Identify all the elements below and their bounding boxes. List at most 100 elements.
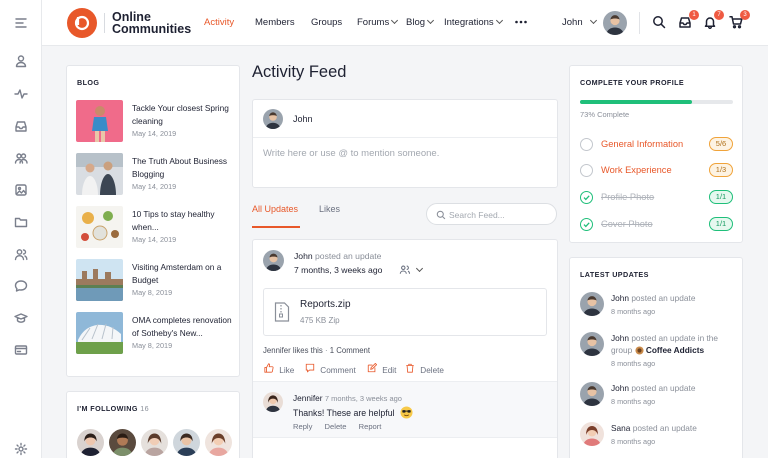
comment-button[interactable]: Comment xyxy=(305,363,356,375)
nav-members[interactable]: Members xyxy=(255,17,295,28)
search-feed-input[interactable]: Search Feed... xyxy=(426,203,557,225)
inbox-icon[interactable] xyxy=(13,118,29,134)
comment-delete-link[interactable]: Delete xyxy=(325,422,347,431)
post-header: John posted an update xyxy=(294,251,382,261)
forums-icon[interactable] xyxy=(13,278,29,294)
tab-all-updates[interactable]: All Updates xyxy=(252,204,298,214)
comment-avatar[interactable] xyxy=(263,392,283,412)
step-progress-pill: 1/1 xyxy=(709,217,733,231)
avatar xyxy=(580,382,604,406)
check-circle-icon xyxy=(580,218,593,231)
inbox-button[interactable]: 1 xyxy=(678,10,699,31)
members-icon xyxy=(399,265,411,274)
attachment-box[interactable]: Reports.zip 475 KB Zip xyxy=(263,288,547,336)
nav-activity[interactable]: Activity xyxy=(204,17,234,28)
report-link[interactable]: Report xyxy=(359,422,382,431)
groups-icon[interactable] xyxy=(13,150,29,166)
profile-card-title: COMPLETE YOUR PROFILE xyxy=(580,78,685,87)
comment-actions: Reply Delete Report xyxy=(293,422,381,431)
more-dots-icon[interactable] xyxy=(514,15,528,31)
nav-blog[interactable]: Blog xyxy=(406,16,435,28)
avatar[interactable] xyxy=(141,429,168,456)
post-timestamp[interactable]: 7 months, 3 weeks ago xyxy=(294,265,382,275)
inbox-badge: 1 xyxy=(689,10,699,20)
blog-item[interactable]: The Truth About Business Blogging May 14… xyxy=(76,153,236,197)
folder-icon[interactable] xyxy=(13,214,29,230)
search-icon xyxy=(436,210,446,220)
profile-step-work[interactable]: Work Experience 1/3 xyxy=(580,163,735,180)
photos-icon[interactable] xyxy=(13,182,29,198)
avatar[interactable] xyxy=(109,429,136,456)
search-icon[interactable] xyxy=(652,15,668,31)
comment-author-link[interactable]: Jennifer xyxy=(293,393,323,403)
blog-item[interactable]: OMA completes renovation of Sotheby's Ne… xyxy=(76,312,236,356)
nav-groups[interactable]: Groups xyxy=(311,17,342,28)
nav-forums[interactable]: Forums xyxy=(357,16,399,28)
step-progress-pill: 1/1 xyxy=(709,190,733,204)
blog-item[interactable]: Visiting Amsterdam on a Budget May 8, 20… xyxy=(76,259,236,303)
post-stats: Jennifer likes this · 1 Comment xyxy=(263,346,371,355)
header-avatar[interactable] xyxy=(603,11,627,35)
nav-integrations[interactable]: Integrations xyxy=(444,16,503,28)
chevron-down-icon xyxy=(495,16,503,25)
likes-summary[interactable]: Jennifer likes this xyxy=(263,346,323,355)
cart-button[interactable]: 3 xyxy=(729,10,750,31)
profile-progress-bar xyxy=(580,100,692,104)
delete-button[interactable]: Delete xyxy=(405,363,444,375)
composer-input[interactable]: Write here or use @ to mention someone. xyxy=(263,148,439,159)
notifications-button[interactable]: 7 xyxy=(703,10,724,31)
edit-button[interactable]: Edit xyxy=(367,362,396,375)
profile-icon[interactable] xyxy=(13,53,29,69)
profile-progress-label: 73% Complete xyxy=(580,110,630,119)
blog-card-title: BLOG xyxy=(77,78,100,87)
profile-step-cover[interactable]: Cover Photo 1/1 xyxy=(580,217,735,234)
composer-user-name: John xyxy=(293,114,313,124)
following-count: 16 xyxy=(140,404,150,413)
avatar[interactable] xyxy=(205,429,232,456)
profile-step-general[interactable]: General Information 5/6 xyxy=(580,137,735,154)
post-author-link[interactable]: John xyxy=(294,251,313,261)
thumbs-up-icon xyxy=(264,363,274,373)
blog-item[interactable]: Tackle Your closest Spring cleaning May … xyxy=(76,100,236,144)
comment-item: Jennifer 7 months, 3 weeks ago Thanks! T… xyxy=(253,381,557,438)
avatar[interactable] xyxy=(77,429,104,456)
coffee-group-icon xyxy=(634,345,644,355)
blog-thumbnail xyxy=(76,206,123,248)
brand-logo-icon[interactable] xyxy=(67,8,97,38)
tab-likes[interactable]: Likes xyxy=(319,204,340,214)
left-icon-rail xyxy=(0,0,42,458)
comments-count[interactable]: 1 Comment xyxy=(330,346,370,355)
blog-item[interactable]: 10 Tips to stay healthy when... May 14, … xyxy=(76,206,236,250)
comment-timestamp[interactable]: 7 months, 3 weeks ago xyxy=(325,394,402,403)
comment-header: Jennifer 7 months, 3 weeks ago xyxy=(293,393,402,403)
post-composer: John Write here or use @ to mention some… xyxy=(252,99,558,188)
header-user-menu[interactable]: John xyxy=(562,16,597,28)
logo-divider xyxy=(104,13,105,33)
zip-file-icon xyxy=(274,302,290,322)
step-empty-circle-icon xyxy=(580,138,593,151)
members-icon[interactable] xyxy=(13,246,29,262)
menu-icon[interactable] xyxy=(13,15,29,31)
cart-badge: 3 xyxy=(740,10,750,20)
chevron-down-icon xyxy=(415,264,423,273)
visibility-selector[interactable] xyxy=(399,264,423,277)
reply-link[interactable]: Reply xyxy=(293,422,312,431)
like-button[interactable]: Like xyxy=(264,363,294,375)
profile-progress-track xyxy=(580,100,733,104)
post-avatar[interactable] xyxy=(263,250,284,271)
brand-name[interactable]: Online Communities xyxy=(112,11,191,36)
settings-icon[interactable] xyxy=(13,441,29,457)
comment-text: Thanks! These are helpful xyxy=(293,406,413,419)
attachment-name: Reports.zip xyxy=(300,299,351,310)
courses-icon[interactable] xyxy=(13,310,29,326)
avatar[interactable] xyxy=(173,429,200,456)
avatar xyxy=(580,422,604,446)
activity-icon[interactable] xyxy=(13,86,29,102)
card-icon[interactable] xyxy=(13,342,29,358)
comment-icon xyxy=(305,363,315,373)
avatar xyxy=(580,292,604,316)
active-tab-indicator xyxy=(252,226,300,228)
group-link[interactable]: Coffee Addicts xyxy=(646,345,704,355)
blog-card: BLOG Tackle Your closest Spring cleaning… xyxy=(66,65,240,377)
profile-step-photo[interactable]: Profile Photo 1/1 xyxy=(580,190,735,207)
